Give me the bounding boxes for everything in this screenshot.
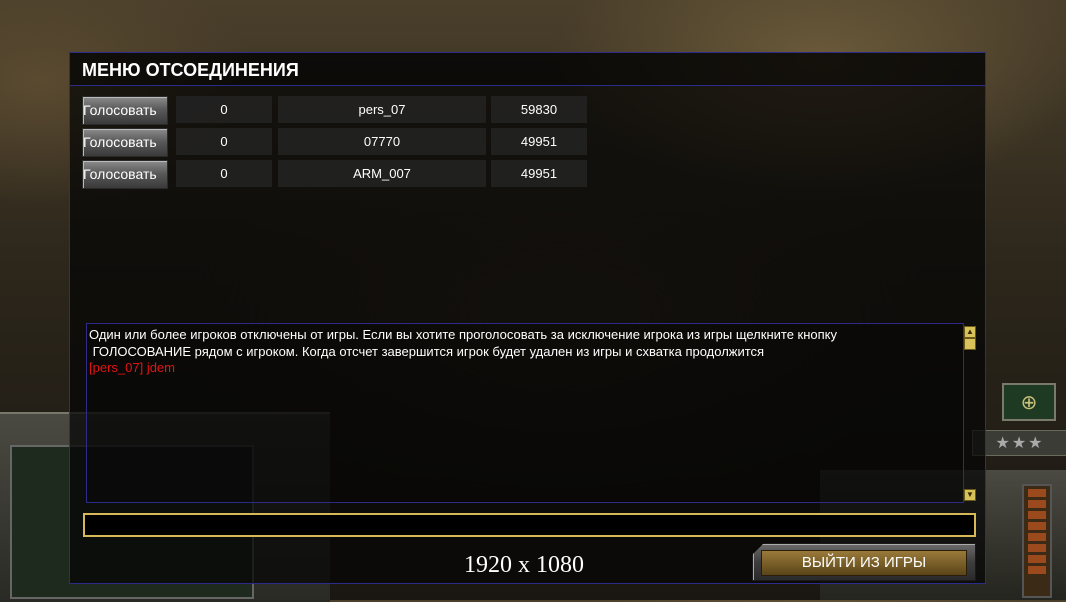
- vote-count: 0: [176, 128, 272, 155]
- player-timeout: 49951: [491, 128, 587, 155]
- menu-title: МЕНЮ ОТСОЕДИНЕНИЯ: [82, 60, 299, 80]
- vote-button[interactable]: Голосовать: [82, 128, 168, 157]
- player-name: pers_07: [278, 96, 486, 123]
- radar-icon[interactable]: ⊕: [1002, 383, 1056, 421]
- player-name: ARM_007: [278, 160, 486, 187]
- chat-message: Один или более игроков отключены от игры…: [89, 327, 838, 342]
- chat-message: [pers_07] jdem: [89, 360, 175, 375]
- chat-message: ГОЛОСОВАНИЕ рядом с игроком. Когда отсче…: [89, 344, 765, 359]
- chat-log[interactable]: Один или более игроков отключены от игры…: [86, 323, 976, 503]
- player-name: 07770: [278, 128, 486, 155]
- exit-game-label: ВЫЙТИ ИЗ ИГРЫ: [761, 550, 967, 576]
- player-timeout: 59830: [491, 96, 587, 123]
- title-bar: МЕНЮ ОТСОЕДИНЕНИЯ: [70, 53, 985, 86]
- chat-scrollbar[interactable]: ▲ ▼: [963, 324, 976, 502]
- chat-input[interactable]: [83, 513, 976, 537]
- rank-stars-icon: ★★★: [972, 430, 1066, 456]
- disconnect-menu: МЕНЮ ОТСОЕДИНЕНИЯ Голосовать 0 pers_07 5…: [69, 52, 986, 584]
- scroll-down-icon[interactable]: ▼: [964, 489, 976, 501]
- vote-button[interactable]: Голосовать: [82, 160, 168, 189]
- resolution-overlay: 1920 x 1080: [464, 552, 584, 578]
- vote-button[interactable]: Голосовать: [82, 96, 168, 125]
- exit-game-button[interactable]: ВЫЙТИ ИЗ ИГРЫ: [752, 543, 976, 581]
- vote-count: 0: [176, 160, 272, 187]
- scroll-thumb[interactable]: [964, 338, 976, 350]
- player-timeout: 49951: [491, 160, 587, 187]
- power-meter: [1022, 484, 1052, 598]
- vote-count: 0: [176, 96, 272, 123]
- scroll-up-icon[interactable]: ▲: [964, 326, 976, 338]
